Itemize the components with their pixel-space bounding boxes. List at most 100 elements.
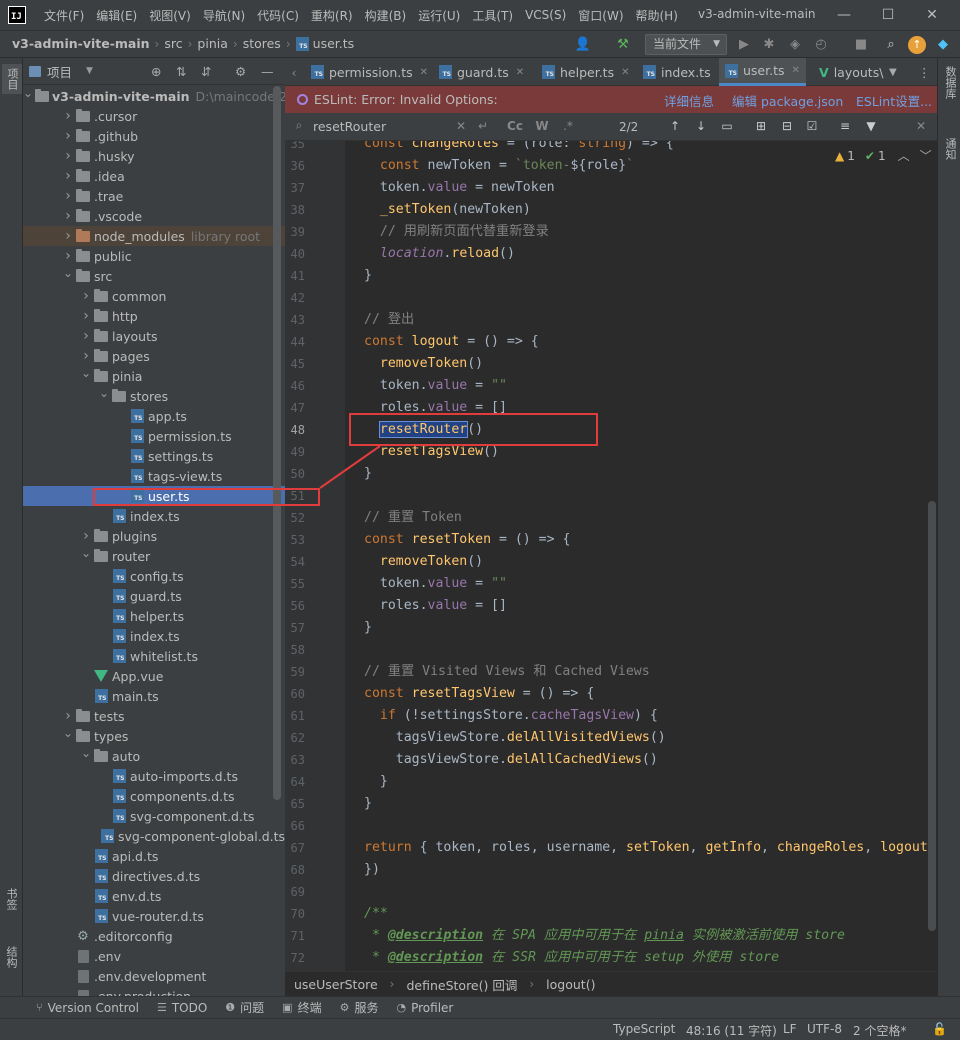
tree-item[interactable]: ⌄ pinia [23,366,285,386]
code-line[interactable]: removeToken() [364,353,483,375]
tool-tab-bookmarks[interactable]: 书签 [3,888,19,910]
tree-item[interactable]: TS components.d.ts [23,786,285,806]
tree-item[interactable]: › pages [23,346,285,366]
code-line[interactable]: * @description 在 SPA 应用中可用于在 pinia 实例被激活… [364,925,845,947]
tree-item[interactable]: TS env.d.ts [23,886,285,906]
code-line[interactable]: removeToken() [364,551,483,573]
code-line[interactable]: // 用刷新页面代替重新登录 [364,221,549,243]
chevron-down-icon[interactable]: ⌄ [81,746,91,760]
tree-item[interactable]: App.vue [23,666,285,686]
chevron-down-icon[interactable]: ﹀ [920,147,932,164]
code-line[interactable]: const resetToken = () => { [364,529,570,551]
previous-occurrence-icon[interactable]: ↑ [667,119,683,133]
details-link[interactable]: 详细信息 [664,91,714,110]
chevron-right-icon[interactable]: › [63,228,73,244]
gear-icon[interactable]: ⚙ [235,64,246,79]
crumb-pinia[interactable]: pinia [197,36,227,51]
tree-item[interactable]: TS whitelist.ts [23,646,285,666]
tool-window-button[interactable]: ☰ TODO [157,1001,207,1015]
code-line[interactable]: const changeRoles = (role: string) => { [364,141,674,155]
code-line[interactable]: /** [364,903,388,925]
update-icon[interactable]: ↑ [908,36,926,54]
chevron-right-icon[interactable]: › [81,308,91,324]
code-line[interactable]: // 重置 Visited Views 和 Cached Views [364,661,650,683]
tree-item[interactable]: › .github [23,126,285,146]
chevron-down-icon[interactable]: ⌄ [81,366,91,380]
menu-item[interactable]: 导航(N) [203,7,245,24]
coverage-icon[interactable]: ◈ [786,36,804,54]
tree-item[interactable]: TS helper.ts [23,606,285,626]
stop-icon[interactable]: ■ [852,36,870,54]
chevron-down-icon[interactable]: ⌄ [63,726,73,740]
tree-item[interactable]: ⌄ stores [23,386,285,406]
tree-item[interactable]: TS main.ts [23,686,285,706]
chevron-up-icon[interactable]: ︿ [898,147,910,164]
code-line[interactable]: token.value = newToken [364,177,555,199]
minimize-icon[interactable]: — [834,5,854,25]
menu-item[interactable]: 工具(T) [472,7,513,24]
close-tab-icon[interactable]: ✕ [792,65,800,76]
code-line[interactable]: * @description 在 SSR 应用中可用于在 setup 外使用 s… [364,947,779,969]
menu-item[interactable]: 代码(C) [257,7,299,24]
caret-position[interactable]: 48:16 (11 字符) [686,1022,777,1039]
editor-tab[interactable]: TS helper.ts ✕ [536,58,635,86]
tabs-dropdown-icon[interactable]: ▼ [889,58,897,86]
debug-icon[interactable]: ✱ [760,36,778,54]
run-icon[interactable]: ▶ [735,36,753,54]
chevron-right-icon[interactable]: › [81,528,91,544]
editor-tab[interactable]: TS permission.ts ✕ [305,58,434,86]
line-separator[interactable]: LF [783,1022,797,1036]
editor-tab[interactable]: TS guard.ts ✕ [433,58,530,86]
tree-item[interactable]: › .husky [23,146,285,166]
tool-window-button[interactable]: ⚙ 服务 [340,999,379,1016]
crumb-src[interactable]: src [164,36,182,51]
code-line[interactable]: } [364,617,372,639]
editor-tab[interactable]: TSindex.ts✕ [637,58,732,86]
code-line[interactable]: // 重置 Token [364,507,462,529]
project-panel-title[interactable]: 项目 [47,62,72,81]
more-options-icon[interactable]: ⋮ [918,58,931,86]
whole-word-toggle[interactable]: W [534,119,550,133]
chevron-right-icon[interactable]: › [81,348,91,364]
close-tab-icon[interactable]: ✕ [420,67,428,78]
menu-item[interactable]: 视图(V) [149,7,191,24]
tree-item[interactable]: TS index.ts [23,506,285,526]
inspection-widget[interactable]: ▲ 1 ✔ 1 ︿ ﹀ [835,147,932,164]
tree-item[interactable]: ⚙ .editorconfig [23,926,285,946]
code-line[interactable]: if (!settingsStore.cacheTagsView) { [364,705,658,727]
code-line[interactable]: } [364,265,372,287]
code-line[interactable]: } [364,793,372,815]
tree-item[interactable]: TS settings.ts [23,446,285,466]
tool-tab-database[interactable]: 数据库 [942,66,958,99]
remove-selection-icon[interactable]: ⊟ [779,119,795,133]
crumb-file[interactable]: user.ts [313,36,355,51]
tree-item[interactable]: ⌄ router [23,546,285,566]
tree-item[interactable]: › node_modules library root [23,226,285,246]
tool-tab-project[interactable]: 项目 [2,64,22,94]
maximize-icon[interactable]: ☐ [878,5,898,25]
close-find-icon[interactable]: ✕ [913,119,929,133]
chevron-down-icon[interactable]: ⌄ [23,86,33,100]
close-window-icon[interactable]: ✕ [922,5,942,25]
chevron-right-icon[interactable]: › [63,108,73,124]
indent-setting[interactable]: 2 个空格* [853,1022,906,1039]
scroll-tabs-left-icon[interactable]: ‹ [285,58,303,86]
intellij-logo-icon[interactable]: IJ [8,6,26,24]
code-line[interactable]: roles.value = [] [364,595,507,617]
code-editor[interactable]: 35 36 37 38 39 40 41 42 43 44 45 46 47 48 49 50 51 52 53 54… [285,141,937,971]
tree-item[interactable]: .env [23,946,285,966]
code-line[interactable]: const resetTagsView = () => { [364,683,594,705]
locate-icon[interactable]: ⊕ [151,64,161,79]
file-language[interactable]: TypeScript [613,1022,675,1036]
menu-item[interactable]: 运行(U) [418,7,460,24]
tree-item[interactable]: ⌄ v3-admin-vite-main D:\maincode\2( [23,86,292,106]
crumb-project[interactable]: v3-admin-vite-main [12,36,150,51]
tree-item[interactable]: TS auto-imports.d.ts [23,766,285,786]
code-line[interactable]: return { token, roles, username, setToke… [364,837,936,859]
tree-item[interactable]: › layouts [23,326,285,346]
editor-tab[interactable]: Vlayouts\ [813,58,889,86]
chevron-right-icon[interactable]: › [63,248,73,264]
code-line[interactable]: // 登出 [364,309,414,331]
chevron-right-icon[interactable]: › [63,708,73,724]
add-selection-icon[interactable]: ⊞ [753,119,769,133]
